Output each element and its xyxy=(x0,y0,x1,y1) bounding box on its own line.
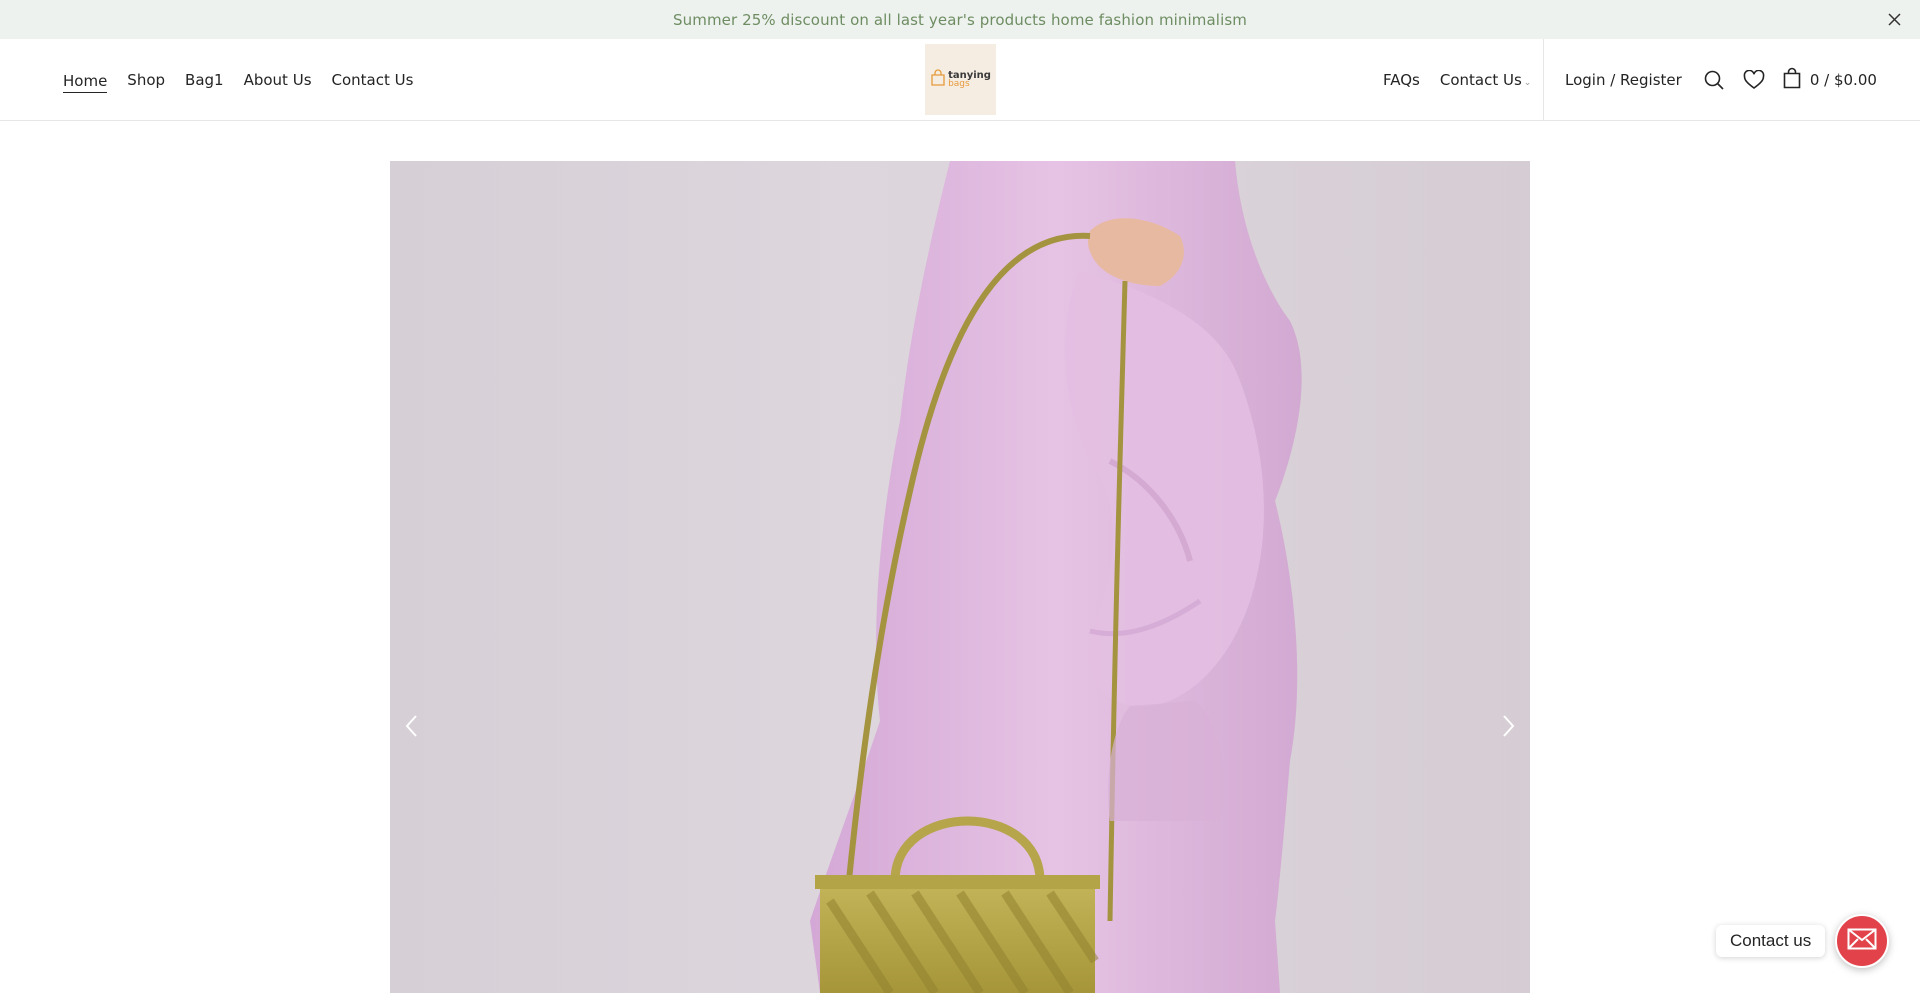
header-tools: Login / Register 0 / $0.00 xyxy=(1565,39,1877,121)
announcement-bar: Summer 25% discount on all last year's p… xyxy=(0,0,1920,39)
heart-icon[interactable] xyxy=(1742,68,1766,92)
cart-total: 0 / $0.00 xyxy=(1809,71,1877,89)
nav-home[interactable]: Home xyxy=(63,72,108,93)
nav-shop[interactable]: Shop xyxy=(127,71,165,89)
secondary-nav: FAQs Contact Us ⌄ xyxy=(1383,39,1531,121)
close-icon[interactable] xyxy=(1885,10,1904,29)
contact-button[interactable] xyxy=(1835,914,1890,968)
login-register-link[interactable]: Login / Register xyxy=(1565,71,1682,89)
hero-image xyxy=(810,161,1302,993)
nav-bag1[interactable]: Bag1 xyxy=(185,71,224,89)
envelope-icon xyxy=(1847,928,1877,954)
logo-subtitle: bags xyxy=(948,78,970,89)
announcement-text: Summer 25% discount on all last year's p… xyxy=(673,10,1247,29)
nav-contact-us-dropdown[interactable]: Contact Us ⌄ xyxy=(1440,71,1531,89)
nav-contact-us[interactable]: Contact Us xyxy=(332,71,414,89)
nav-about-us[interactable]: About Us xyxy=(244,71,312,89)
site-logo[interactable]: tanying bags xyxy=(925,44,996,115)
contact-widget: Contact us xyxy=(1716,914,1890,968)
chevron-down-icon: ⌄ xyxy=(1523,78,1532,88)
hero-slider xyxy=(390,161,1530,993)
shopping-bag-icon xyxy=(1782,67,1802,93)
nav-faqs[interactable]: FAQs xyxy=(1383,71,1420,89)
main-nav: Home Shop Bag1 About Us Contact Us xyxy=(63,39,413,121)
cart-button[interactable]: 0 / $0.00 xyxy=(1782,67,1877,93)
contact-us-label[interactable]: Contact us xyxy=(1716,925,1826,957)
site-header: Home Shop Bag1 About Us Contact Us tanyi… xyxy=(0,39,1920,121)
chevron-right-icon[interactable] xyxy=(1494,706,1522,746)
search-icon[interactable] xyxy=(1702,68,1726,92)
nav-contact-us-label: Contact Us xyxy=(1439,71,1522,89)
header-divider xyxy=(1543,39,1544,121)
chevron-left-icon[interactable] xyxy=(398,706,426,746)
bag-icon xyxy=(930,68,946,91)
